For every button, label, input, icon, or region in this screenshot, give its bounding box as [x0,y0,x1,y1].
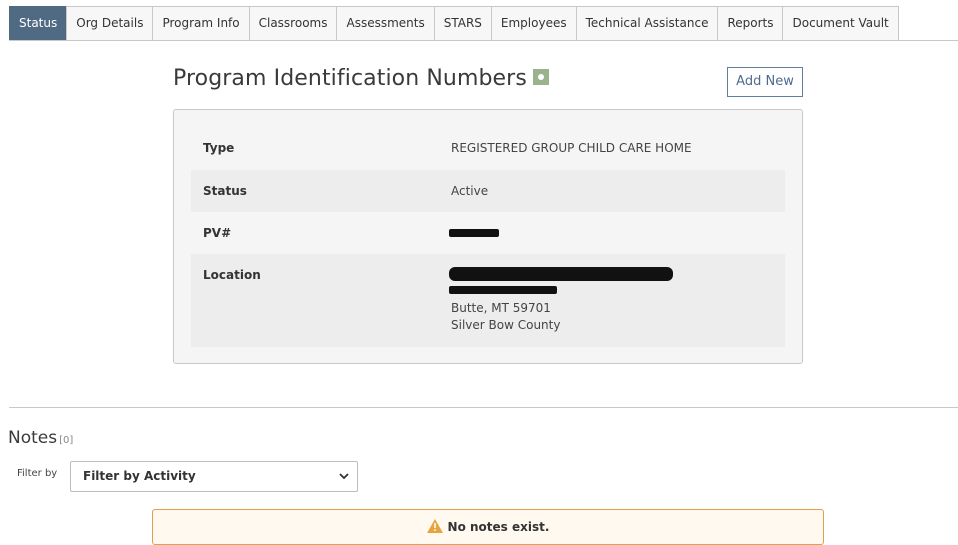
status-label: Status [203,184,247,198]
tab-classrooms[interactable]: Classrooms [248,6,338,40]
type-value: REGISTERED GROUP CHILD CARE HOME [451,141,692,155]
row-pv: PV# [191,212,785,254]
location-county: Silver Bow County [451,318,561,332]
row-location: Location Butte, MT 59701 Silver Bow Coun… [191,254,785,347]
tab-technical-assistance[interactable]: Technical Assistance [575,6,719,40]
warning-icon [426,518,443,533]
no-notes-alert: No notes exist. [152,509,824,545]
no-notes-text: No notes exist. [447,520,550,534]
section-title: Program Identification Numbers [173,66,549,91]
filter-activity-select[interactable]: Filter by Activity [70,461,358,492]
filter-selected-value: Filter by Activity [83,469,196,483]
tab-document-vault[interactable]: Document Vault [782,6,899,40]
status-value: Active [451,184,489,198]
tab-assessments[interactable]: Assessments [336,6,435,40]
tab-org-details[interactable]: Org Details [66,6,154,40]
tab-program-info[interactable]: Program Info [152,6,250,40]
program-id-card: Type REGISTERED GROUP CHILD CARE HOME St… [173,109,803,364]
tab-bar: Status Org Details Program Info Classroo… [9,6,958,41]
redacted-pv-number [449,229,499,237]
row-type: Type REGISTERED GROUP CHILD CARE HOME [191,127,785,169]
tab-employees[interactable]: Employees [490,6,577,40]
notes-heading: Notes [0] [8,428,73,448]
pv-label: PV# [203,226,232,240]
redacted-street-address [449,267,673,281]
section-title-text: Program Identification Numbers [173,66,527,91]
chevron-down-icon [339,473,349,480]
add-new-button[interactable]: Add New [727,67,803,97]
tab-reports[interactable]: Reports [717,6,784,40]
tab-stars[interactable]: STARS [433,6,492,40]
info-badge-icon[interactable] [532,69,549,85]
type-label: Type [203,141,235,155]
notes-count: [0] [59,435,74,446]
section-divider [9,407,958,408]
row-status: Status Active [191,170,785,212]
location-label: Location [203,268,261,282]
tab-status[interactable]: Status [9,6,68,40]
filter-label: Filter by [17,468,58,479]
notes-title-text: Notes [8,428,58,448]
redacted-address-line [449,286,557,294]
location-city: Butte, MT 59701 [451,301,551,315]
